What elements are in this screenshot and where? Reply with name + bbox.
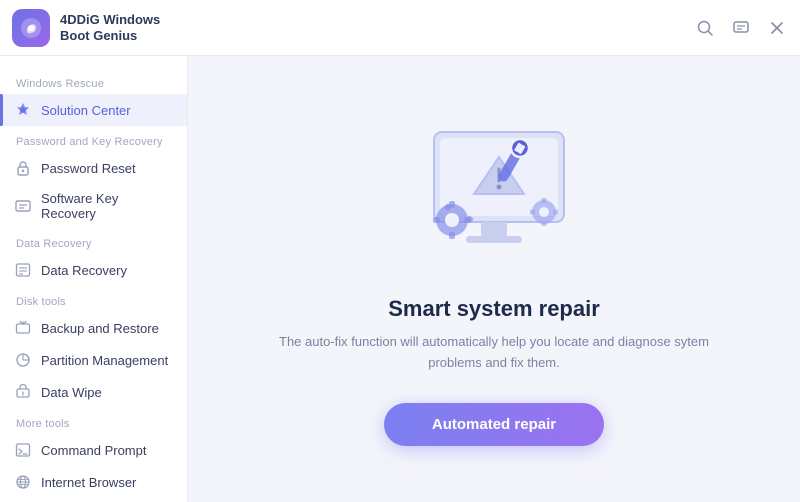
password-reset-label: Password Reset xyxy=(41,161,136,176)
sidebar-item-backup-restore[interactable]: Backup and Restore xyxy=(0,312,187,344)
section-label-more-tools: More tools xyxy=(0,408,187,434)
main-title: Smart system repair xyxy=(388,296,600,322)
sidebar-item-solution-center[interactable]: Solution Center xyxy=(0,94,187,126)
section-label-data-recovery: Data Recovery xyxy=(0,228,187,254)
app-logo xyxy=(12,9,50,47)
internet-browser-label: Internet Browser xyxy=(41,475,136,490)
data-recovery-label: Data Recovery xyxy=(41,263,127,278)
main-description: The auto-fix function will automatically… xyxy=(254,332,734,374)
titlebar-actions xyxy=(694,17,788,39)
software-key-label: Software Key Recovery xyxy=(41,191,173,221)
backup-restore-icon xyxy=(14,319,32,337)
data-wipe-icon xyxy=(14,383,32,401)
search-icon[interactable] xyxy=(694,17,716,39)
section-label-disk-tools: Disk tools xyxy=(0,286,187,312)
section-label-windows-rescue: Windows Rescue xyxy=(0,68,187,94)
titlebar: 4DDiG Windows Boot Genius xyxy=(0,0,800,56)
sidebar-item-software-key[interactable]: Software Key Recovery xyxy=(0,184,187,228)
sidebar-item-command-prompt[interactable]: Command Prompt xyxy=(0,434,187,466)
sidebar-item-data-recovery[interactable]: Data Recovery xyxy=(0,254,187,286)
automated-repair-button[interactable]: Automated repair xyxy=(384,403,604,446)
illustration xyxy=(384,112,604,272)
data-recovery-icon xyxy=(14,261,32,279)
password-reset-icon xyxy=(14,159,32,177)
command-prompt-icon xyxy=(14,441,32,459)
software-key-icon xyxy=(14,197,32,215)
sidebar-item-internet-browser[interactable]: Internet Browser xyxy=(0,466,187,498)
sidebar-item-partition-management[interactable]: Partition Management xyxy=(0,344,187,376)
close-icon[interactable] xyxy=(766,17,788,39)
app-title-line1: 4DDiG Windows xyxy=(60,12,160,28)
dialog-icon[interactable] xyxy=(730,17,752,39)
app-title-line2: Boot Genius xyxy=(60,28,160,44)
internet-browser-icon xyxy=(14,473,32,491)
partition-icon xyxy=(14,351,32,369)
solution-center-icon xyxy=(14,101,32,119)
upgrade-section: Upgrade xyxy=(0,498,187,502)
app-title-block: 4DDiG Windows Boot Genius xyxy=(60,12,160,43)
sidebar-item-data-wipe[interactable]: Data Wipe xyxy=(0,376,187,408)
backup-restore-label: Backup and Restore xyxy=(41,321,159,336)
command-prompt-label: Command Prompt xyxy=(41,443,146,458)
main-layout: Windows Rescue Solution Center Password … xyxy=(0,56,800,502)
main-content: Smart system repair The auto-fix functio… xyxy=(188,56,800,502)
solution-center-label: Solution Center xyxy=(41,103,131,118)
sidebar: Windows Rescue Solution Center Password … xyxy=(0,56,188,502)
partition-label: Partition Management xyxy=(41,353,168,368)
section-label-password: Password and Key Recovery xyxy=(0,126,187,152)
data-wipe-label: Data Wipe xyxy=(41,385,102,400)
sidebar-item-password-reset[interactable]: Password Reset xyxy=(0,152,187,184)
